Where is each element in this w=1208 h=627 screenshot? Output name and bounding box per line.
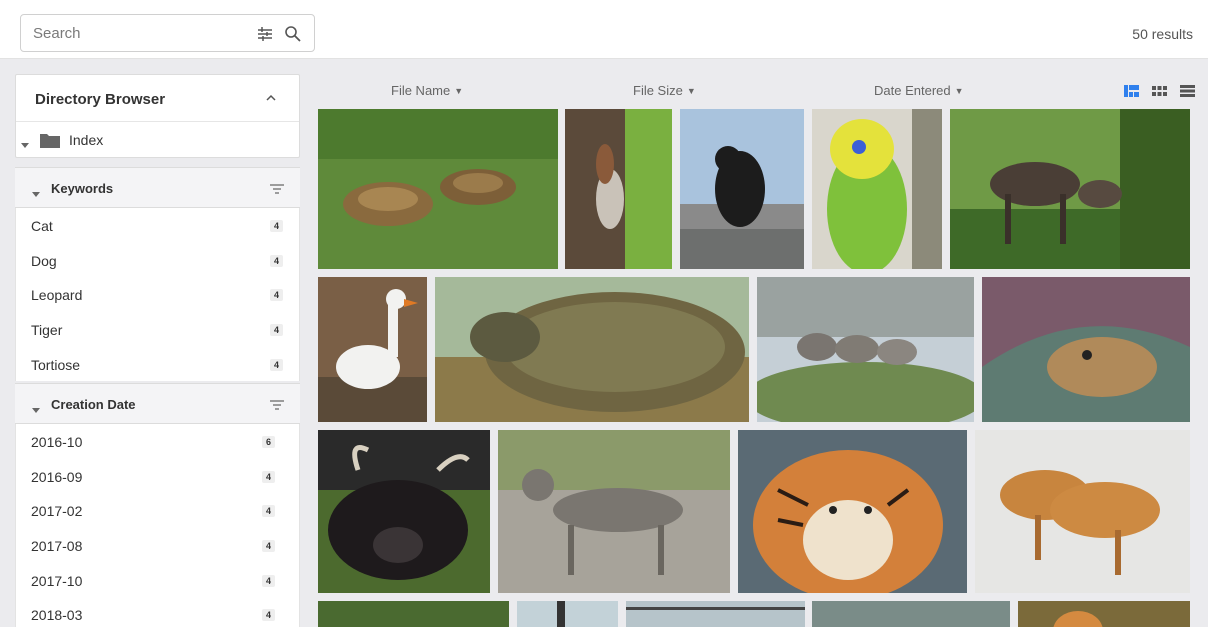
thumbnail-black-cat-on-fence[interactable]	[680, 109, 804, 269]
directory-item-index[interactable]: Index	[16, 122, 299, 158]
date-item[interactable]: 2018-03 4	[15, 597, 300, 627]
caret-down-icon: ▼	[686, 86, 696, 96]
thumbnail-tortoises-on-grass[interactable]	[318, 109, 558, 269]
caret-down-icon[interactable]	[21, 136, 29, 154]
sort-file-name[interactable]: File Name ▼	[391, 83, 463, 98]
creation-date-facet: Creation Date 2016-10 6 2016-09 4 2017-02 4…	[15, 383, 300, 627]
filter-icon[interactable]	[270, 398, 284, 416]
thumbnail-partial-5[interactable]	[1018, 601, 1190, 627]
date-label: 2016-09	[31, 468, 83, 485]
search-input[interactable]	[33, 23, 243, 43]
keywords-facet-title: Keywords	[51, 181, 114, 196]
date-count-badge: 6	[262, 436, 275, 448]
sort-date-entered[interactable]: Date Entered ▼	[874, 83, 964, 98]
date-count-badge: 4	[262, 470, 275, 483]
sort-file-size[interactable]: File Size ▼	[633, 83, 696, 98]
chevron-up-icon[interactable]	[265, 91, 277, 109]
date-count-badge: 4	[262, 505, 275, 518]
keyword-label: Cat	[31, 218, 53, 234]
date-item[interactable]: 2016-09 4	[15, 458, 300, 494]
keyword-label: Leopard	[31, 287, 83, 304]
directory-browser-title: Directory Browser	[35, 91, 166, 108]
thumbnail-tortoise-closeup[interactable]	[435, 277, 749, 422]
directory-item-label: Index	[69, 132, 104, 148]
thumbnail-yak[interactable]	[318, 430, 490, 593]
thumbnail-partial-1[interactable]	[318, 601, 509, 627]
date-count-badge: 4	[262, 540, 275, 553]
search-icon[interactable]	[283, 24, 303, 44]
keyword-item-tiger[interactable]: Tiger 4	[15, 312, 300, 347]
date-count-badge: 4	[262, 609, 275, 622]
keyword-item-dog[interactable]: Dog 4	[15, 242, 300, 278]
sidebar: Directory Browser Index Keywords Cat 4 Do…	[15, 74, 300, 627]
date-label: 2016-10	[31, 434, 83, 450]
main-content: File Name ▼ File Size ▼ Date Entered ▼	[318, 74, 1198, 627]
date-count-badge: 4	[262, 574, 275, 587]
keyword-count-badge: 4	[270, 254, 283, 267]
thumbnail-moose[interactable]	[950, 109, 1190, 269]
folder-icon	[40, 132, 60, 153]
caret-down-icon: ▼	[954, 86, 964, 96]
keyword-item-cat[interactable]: Cat 4	[15, 208, 300, 243]
date-label: 2017-08	[31, 538, 83, 555]
thumbnail-squirrel-on-tree[interactable]	[565, 109, 672, 269]
keywords-facet: Keywords Cat 4 Dog 4 Leopard 4 Tiger 4 Torti…	[15, 167, 300, 382]
thumbnail-white-goose[interactable]	[318, 277, 427, 422]
thumbnail-partial-3[interactable]	[626, 601, 805, 627]
date-label: 2017-10	[31, 572, 83, 589]
caret-down-icon[interactable]	[32, 401, 40, 419]
directory-browser-header[interactable]: Directory Browser	[16, 75, 299, 122]
keyword-count-badge: 4	[270, 324, 283, 337]
results-count: 50 results	[1132, 26, 1193, 42]
keyword-count-badge: 4	[270, 289, 283, 302]
keyword-label: Dog	[31, 252, 57, 269]
thumbnail-partial-4[interactable]	[812, 601, 1010, 627]
creation-date-facet-title: Creation Date	[51, 397, 136, 412]
keyword-label: Tortiose	[31, 356, 81, 373]
caret-down-icon: ▼	[454, 86, 464, 96]
date-label: 2018-03	[31, 607, 83, 624]
keyword-item-tortiose[interactable]: Tortiose 4	[15, 346, 300, 382]
search-box[interactable]	[20, 14, 315, 52]
grid-view-icon[interactable]	[1152, 84, 1167, 98]
thumbnail-tabby-cat[interactable]	[498, 430, 730, 593]
keyword-item-leopard[interactable]: Leopard 4	[15, 277, 300, 313]
thumbnail-partial-2[interactable]	[517, 601, 618, 627]
date-item[interactable]: 2017-10 4	[15, 562, 300, 598]
filter-icon[interactable]	[270, 182, 284, 200]
thumbnail-wolves-on-rock[interactable]	[757, 277, 974, 422]
date-item[interactable]: 2017-02 4	[15, 493, 300, 529]
creation-date-facet-header[interactable]: Creation Date	[15, 383, 300, 424]
caret-down-icon[interactable]	[32, 185, 40, 203]
keywords-facet-header[interactable]: Keywords	[15, 167, 300, 208]
directory-browser: Directory Browser Index	[15, 74, 300, 158]
sort-label: Date Entered	[874, 83, 951, 98]
thumbnail-budgie[interactable]	[812, 109, 942, 269]
thumbnail-tiger-closeup[interactable]	[738, 430, 967, 593]
filter-settings-icon[interactable]	[255, 24, 275, 44]
keyword-count-badge: 4	[270, 220, 283, 232]
sort-label: File Size	[633, 83, 683, 98]
thumbnail-dog-under-blanket[interactable]	[982, 277, 1190, 422]
masonry-view-icon[interactable]	[1124, 84, 1139, 98]
date-item[interactable]: 2017-08 4	[15, 528, 300, 563]
date-item[interactable]: 2016-10 6	[15, 424, 300, 459]
top-bar: 50 results	[0, 0, 1208, 59]
list-view-icon[interactable]	[1180, 84, 1195, 98]
sort-label: File Name	[391, 83, 451, 98]
keyword-label: Tiger	[31, 322, 63, 339]
date-label: 2017-02	[31, 503, 83, 520]
keyword-count-badge: 4	[270, 358, 283, 371]
thumbnail-two-tigers-in-snow[interactable]	[975, 430, 1190, 593]
